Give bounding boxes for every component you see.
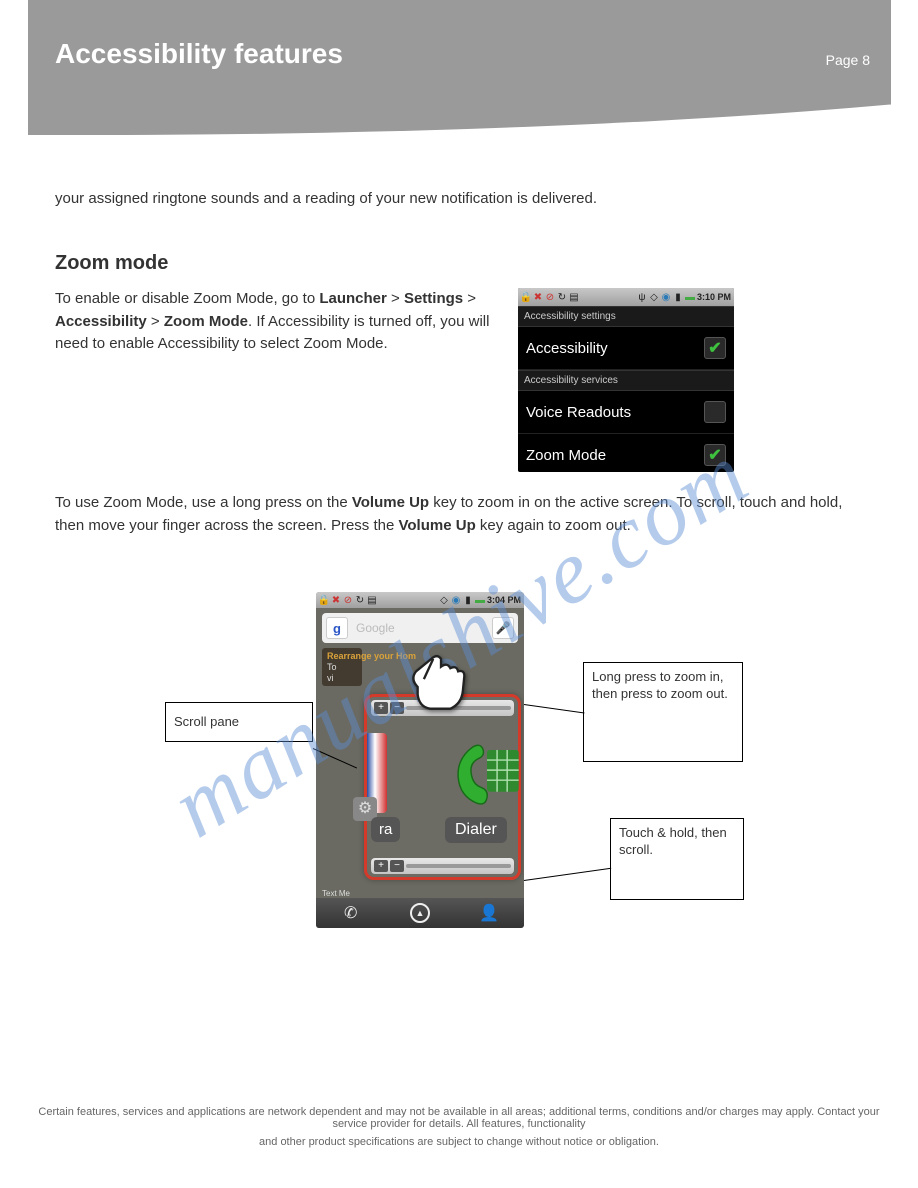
usb-icon: ψ <box>637 292 647 302</box>
search-placeholder: Google <box>352 621 492 635</box>
nav-phone-icon[interactable]: ✆ <box>340 902 362 924</box>
no-icon: ⊘ <box>343 595 353 605</box>
zoom-enable-text: To enable or disable Zoom Mode, go to <box>55 290 319 307</box>
checkbox-accessibility[interactable] <box>704 337 726 359</box>
nav-contacts-icon[interactable]: 👤 <box>478 902 500 924</box>
usage-t1: To use Zoom Mode, use a long press on th… <box>55 494 352 511</box>
zoom-usage-paragraph: To use Zoom Mode, use a long press on th… <box>55 492 875 537</box>
pointing-hand-icon <box>402 648 480 718</box>
zoom-enable-paragraph: To enable or disable Zoom Mode, go to La… <box>55 288 495 356</box>
missed-call-icon: ✖ <box>533 292 543 302</box>
tip-banner: Rearrange your Hom To vi <box>322 648 362 686</box>
checkbox-zoom-mode[interactable] <box>704 444 726 466</box>
battery-icon: ▬ <box>475 595 485 605</box>
partial-label-ra: ra <box>371 817 400 842</box>
sync-icon: ↻ <box>557 292 567 302</box>
leader-line-br <box>524 868 611 881</box>
section-accessibility-services: Accessibility services <box>518 370 734 391</box>
dialer-label: Dialer <box>445 817 507 843</box>
path-zoom-mode: Zoom Mode <box>164 313 248 330</box>
dialer-app-icon[interactable] <box>451 737 523 809</box>
callout-long-press: Long press to zoom in, then press to zoo… <box>583 662 743 762</box>
status-time: 3:10 PM <box>697 292 731 302</box>
zoom-bottom-track[interactable] <box>406 864 511 868</box>
tip-line2: vi <box>327 673 357 684</box>
sync-icon: ↻ <box>355 595 365 605</box>
row-zoom-mode-label: Zoom Mode <box>526 447 606 464</box>
key-volup-2: Volume Up <box>399 517 476 534</box>
bottom-text-label: Text Me <box>322 889 350 898</box>
phone-status-bar: 🔒 ✖ ⊘ ↻ ▤ ◇ ◉ ▮ ▬ 3:04 PM <box>316 592 524 608</box>
google-icon: g <box>326 617 348 639</box>
row-zoom-mode[interactable]: Zoom Mode <box>518 434 734 472</box>
calendar-icon: ▤ <box>569 292 579 302</box>
footer-line-1: Certain features, services and applicati… <box>28 1106 890 1130</box>
path-settings: Settings <box>404 290 463 307</box>
tip-title: Rearrange your Hom <box>327 651 357 662</box>
lock-icon: 🔒 <box>319 595 329 605</box>
nav-launcher-icon[interactable] <box>409 902 431 924</box>
wifi-icon: ◉ <box>661 292 671 302</box>
page: Accessibility features Page 8 your assig… <box>0 0 918 1188</box>
zoom-mode-heading: Zoom mode <box>55 252 168 275</box>
section-accessibility-settings: Accessibility settings <box>518 306 734 327</box>
header-page-number: Page 8 <box>826 52 870 68</box>
usage-t3: key again to zoom out. <box>476 517 631 534</box>
row-accessibility[interactable]: Accessibility <box>518 327 734 370</box>
header-curve <box>28 95 891 165</box>
leader-line-tr <box>524 704 585 713</box>
row-accessibility-label: Accessibility <box>526 340 608 357</box>
signal-icon: ▮ <box>463 595 473 605</box>
wifi-icon: ◉ <box>451 595 461 605</box>
nav-bar: ✆ 👤 <box>316 898 524 928</box>
intro-paragraph: your assigned ringtone sounds and a read… <box>55 188 875 210</box>
row-voice-readouts-label: Voice Readouts <box>526 404 631 421</box>
callout-touch-hold: Touch & hold, then scroll. <box>610 818 744 900</box>
battery-icon: ▬ <box>685 292 695 302</box>
checkbox-voice-readouts[interactable] <box>704 401 726 423</box>
phone-status-time: 3:04 PM <box>487 595 521 605</box>
footer-line-2: and other product specifications are sub… <box>28 1136 890 1148</box>
calendar-icon: ▤ <box>367 595 377 605</box>
callout-scroll-pane: Scroll pane <box>165 702 313 742</box>
zoom-bottom-scrollbar[interactable]: + − <box>371 858 514 874</box>
alert-icon: ◇ <box>439 595 449 605</box>
settings-screenshot: 🔒 ✖ ⊘ ↻ ▤ ψ ◇ ◉ ▮ ▬ 3:10 PM Accessibilit… <box>518 288 734 472</box>
google-search-bar[interactable]: g Google 🎤 <box>322 613 518 643</box>
alert-icon: ◇ <box>649 292 659 302</box>
zoom-pane[interactable]: + − ⚙ ra Dialer + − <box>364 694 521 880</box>
phone-screenshot: 🔒 ✖ ⊘ ↻ ▤ ◇ ◉ ▮ ▬ 3:04 PM g Google 🎤 Rea… <box>316 592 524 928</box>
row-voice-readouts[interactable]: Voice Readouts <box>518 391 734 434</box>
lock-icon: 🔒 <box>521 292 531 302</box>
no-icon: ⊘ <box>545 292 555 302</box>
status-bar: 🔒 ✖ ⊘ ↻ ▤ ψ ◇ ◉ ▮ ▬ 3:10 PM <box>518 288 734 306</box>
zoom-plus-button[interactable]: + <box>374 702 388 714</box>
key-volup-1: Volume Up <box>352 494 429 511</box>
header-title: Accessibility features <box>55 38 343 70</box>
zoom-plus-button-2[interactable]: + <box>374 860 388 872</box>
zoom-minus-button-2[interactable]: − <box>390 860 404 872</box>
signal-icon: ▮ <box>673 292 683 302</box>
path-accessibility: Accessibility <box>55 313 147 330</box>
mic-icon[interactable]: 🎤 <box>492 617 514 639</box>
missed-call-icon: ✖ <box>331 595 341 605</box>
path-launcher: Launcher <box>319 290 387 307</box>
tip-line1: To <box>327 662 357 673</box>
